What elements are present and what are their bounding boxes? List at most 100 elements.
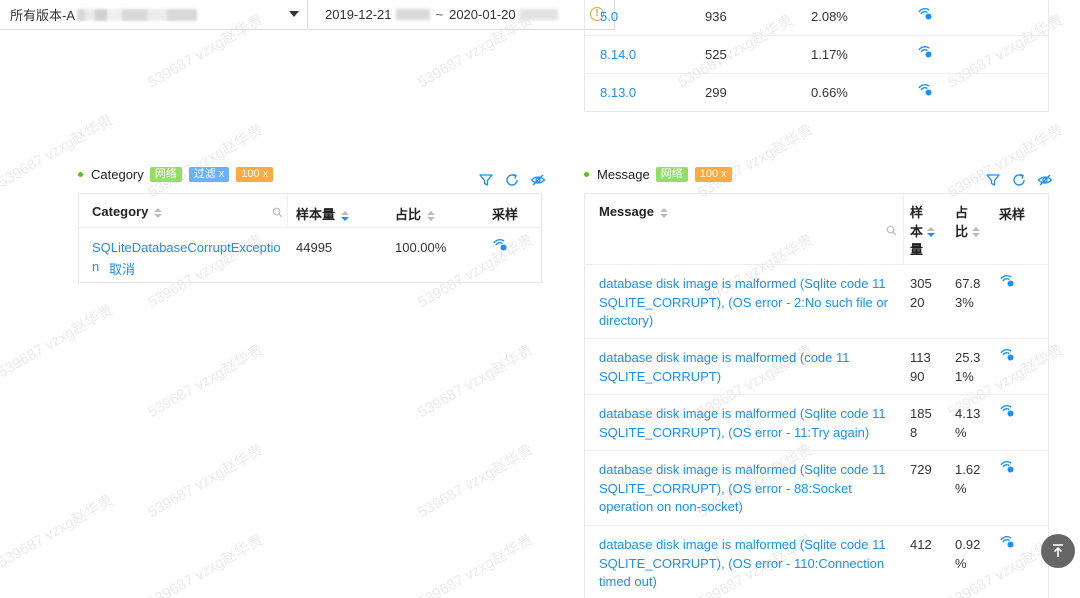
count-part: 113 xyxy=(910,350,931,365)
table-row[interactable]: 8.13.0 299 0.66% xyxy=(585,74,1048,112)
table-row[interactable]: 5.0 936 2.08% xyxy=(585,0,1048,36)
version-count: 299 xyxy=(705,85,727,100)
sort-icon[interactable] xyxy=(927,227,936,238)
cancel-link[interactable]: 取消 xyxy=(109,259,135,278)
version-select[interactable]: 所有版本-A xyxy=(0,0,308,30)
category-section-header: Category 网络 过滤 x 100 x xyxy=(78,167,280,182)
column-divider xyxy=(903,194,904,265)
column-divider xyxy=(287,194,288,228)
column-header-message[interactable]: Message xyxy=(599,204,668,219)
sort-icon[interactable] xyxy=(154,207,163,218)
sample-icon[interactable] xyxy=(917,83,933,100)
version-link[interactable]: 8.14.0 xyxy=(600,47,636,62)
ratio-part: % xyxy=(955,480,967,496)
tag-limit[interactable]: 100 x xyxy=(694,167,732,182)
sample-icon[interactable] xyxy=(999,535,1015,552)
refresh-icon[interactable] xyxy=(1011,172,1027,188)
table-row[interactable]: database disk image is malformed (Sqlite… xyxy=(585,526,1048,598)
category-ratio: 100.00% xyxy=(395,240,447,255)
count-part: 412 xyxy=(910,537,932,552)
table-row[interactable]: database disk image is malformed (code 1… xyxy=(585,339,1048,395)
sort-icon[interactable] xyxy=(427,210,436,221)
version-ratio: 2.08% xyxy=(811,9,848,24)
redacted-end-time xyxy=(519,9,558,20)
category-table: Category 样本量 占比 采样 SQLiteDatabaseCorrupt… xyxy=(78,193,542,283)
version-ratio: 1.17% xyxy=(811,47,848,62)
column-label: 比 xyxy=(955,223,969,239)
hide-icon[interactable] xyxy=(530,172,546,188)
message-section-header: Message 网络 100 x xyxy=(584,167,739,182)
filter-icon[interactable] xyxy=(985,172,1001,188)
sample-icon[interactable] xyxy=(917,45,933,62)
message-link[interactable]: database disk image is malformed (code 1… xyxy=(599,349,889,386)
sample-icon[interactable] xyxy=(917,7,933,24)
table-row[interactable]: database disk image is malformed (Sqlite… xyxy=(585,265,1048,339)
sample-icon[interactable] xyxy=(492,238,508,255)
column-label: 样本量 xyxy=(296,207,336,222)
message-link[interactable]: database disk image is malformed (Sqlite… xyxy=(599,461,889,517)
watermark: 539687 vzxg赵华贵 xyxy=(144,121,267,202)
sample-icon[interactable] xyxy=(999,274,1015,291)
search-icon[interactable] xyxy=(886,225,897,236)
message-link[interactable]: database disk image is malformed (Sqlite… xyxy=(599,405,889,442)
message-ratio: 0.92% xyxy=(955,536,987,573)
table-header: Category 样本量 占比 采样 xyxy=(79,194,541,228)
watermark: 539687 vzxg赵华贵 xyxy=(144,441,267,522)
version-link[interactable]: 5.0 xyxy=(600,9,618,24)
table-row[interactable]: database disk image is malformed (Sqlite… xyxy=(585,395,1048,451)
message-count: 729 xyxy=(910,461,940,480)
column-header-sampling: 采样 xyxy=(999,207,1026,222)
category-link-continued[interactable]: n xyxy=(92,259,99,274)
tag-filter[interactable]: 过滤 x xyxy=(188,167,230,182)
watermark: 539687 vzxg赵华贵 xyxy=(944,121,1067,202)
watermark: 539687 vzxg赵华贵 xyxy=(144,531,267,598)
tag-limit[interactable]: 100 x xyxy=(236,167,274,182)
message-count: 305 20 xyxy=(910,275,940,312)
sample-icon[interactable] xyxy=(999,404,1015,421)
column-header-samples[interactable]: 样 本 量 xyxy=(910,204,936,260)
hide-icon[interactable] xyxy=(1037,172,1053,188)
column-label: 样 xyxy=(910,205,924,220)
version-link[interactable]: 8.13.0 xyxy=(600,85,636,100)
redacted-start-time xyxy=(395,9,430,20)
table-row[interactable]: 8.14.0 525 1.17% xyxy=(585,36,1048,74)
column-header-category[interactable]: Category xyxy=(92,204,163,219)
table-row[interactable]: database disk image is malformed (Sqlite… xyxy=(585,451,1048,526)
count-part: 729 xyxy=(910,462,932,477)
tag-network[interactable]: 网络 xyxy=(149,167,182,182)
sort-icon[interactable] xyxy=(341,210,350,221)
column-header-ratio[interactable]: 占 比 xyxy=(955,204,981,241)
message-ratio: 25.3 1% xyxy=(955,349,987,386)
redacted-version-text xyxy=(77,8,198,21)
table-header: Message 样 本 量 占 比 采样 xyxy=(585,194,1048,265)
sample-icon[interactable] xyxy=(999,460,1015,477)
section-title: Message xyxy=(597,167,650,182)
arrow-up-icon xyxy=(1053,544,1063,557)
date-range-picker[interactable]: 2019-12-21 ~ 2020-01-20 ! xyxy=(309,0,615,30)
message-link[interactable]: database disk image is malformed (Sqlite… xyxy=(599,536,889,592)
version-count: 936 xyxy=(705,9,727,24)
column-label: Message xyxy=(599,204,654,219)
status-dot xyxy=(78,172,83,177)
watermark: 539687 vzxg赵华贵 xyxy=(0,491,117,572)
column-header-samples[interactable]: 样本量 xyxy=(296,204,350,223)
message-link[interactable]: database disk image is malformed (Sqlite… xyxy=(599,275,889,331)
sort-icon[interactable] xyxy=(659,207,668,218)
count-part: 185 xyxy=(910,406,932,421)
column-header-ratio[interactable]: 占比 xyxy=(395,204,436,223)
column-label: 本 xyxy=(910,223,924,239)
back-to-top-button[interactable] xyxy=(1041,534,1075,568)
filter-icon[interactable] xyxy=(478,172,494,188)
status-dot xyxy=(584,172,589,177)
watermark: 539687 vzxg赵华贵 xyxy=(694,121,817,202)
version-ratio: 0.66% xyxy=(811,85,848,100)
category-link[interactable]: SQLiteDatabaseCorruptExceptio xyxy=(92,240,281,255)
sort-icon[interactable] xyxy=(972,227,981,238)
search-icon[interactable] xyxy=(272,207,283,218)
tag-network[interactable]: 网络 xyxy=(655,167,688,182)
category-count: 44995 xyxy=(296,240,333,255)
version-table: 5.0 936 2.08% 8.14.0 525 1.17% 8.13.0 29… xyxy=(584,0,1049,112)
watermark: 539687 vzxg赵华贵 xyxy=(414,531,537,598)
refresh-icon[interactable] xyxy=(504,172,520,188)
sample-icon[interactable] xyxy=(999,348,1015,365)
